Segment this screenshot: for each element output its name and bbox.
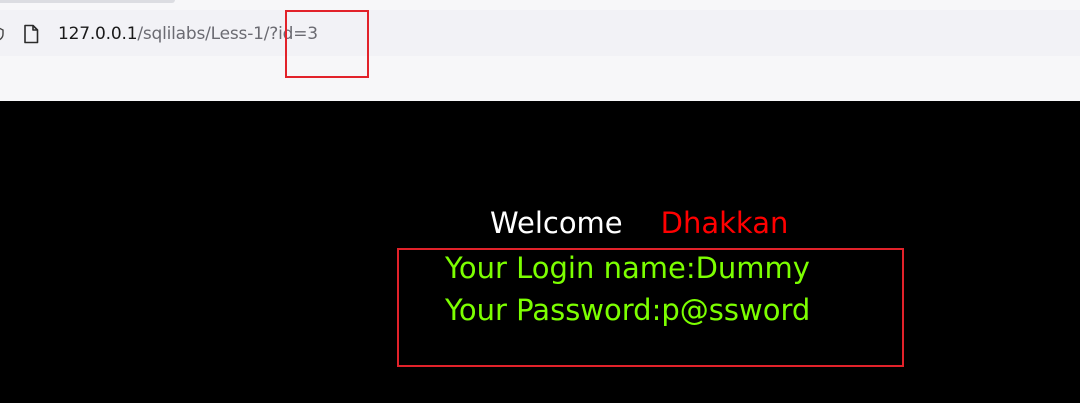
url-field[interactable]: 127.0.0.1/sqlilabs/Less-1/?id=3 (58, 23, 318, 45)
page-content: Welcome Dhakkan Your Login name:Dummy You… (0, 101, 1080, 403)
page-icon[interactable] (23, 24, 39, 44)
tab-strip-edge (0, 0, 175, 3)
result-highlight-box (397, 248, 904, 367)
welcome-name: Dhakkan (660, 206, 789, 240)
url-param-highlight-box (285, 10, 369, 78)
welcome-text: Welcome (490, 206, 623, 240)
browser-toolbar: 127.0.0.1/sqlilabs/Less-1/?id=3 (0, 0, 1080, 101)
url-host: 127.0.0.1 (58, 24, 138, 44)
shield-icon[interactable] (0, 27, 4, 41)
welcome-heading: Welcome Dhakkan (490, 205, 788, 241)
